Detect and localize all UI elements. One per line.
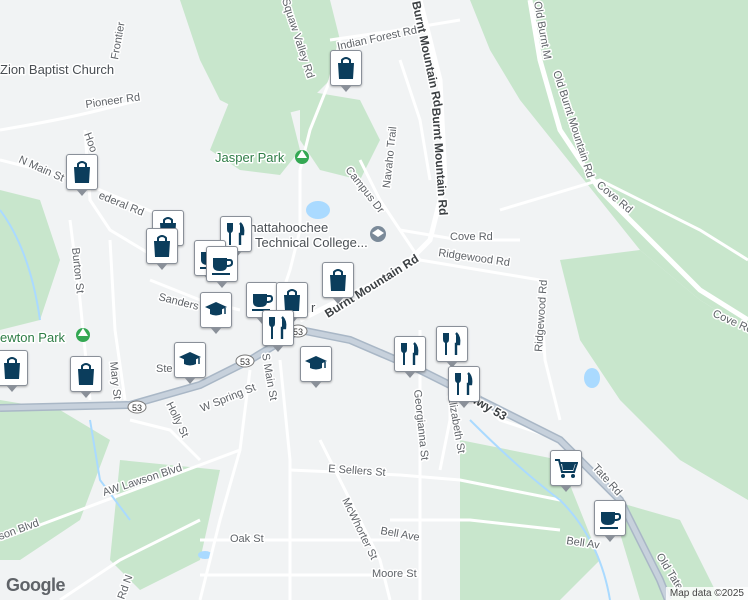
map-base: 53 53 53 Zion Baptist Church Jasper Park… — [0, 0, 748, 600]
shopping-bag-icon — [4, 357, 20, 379]
shopping-bag-icon — [78, 363, 94, 385]
shield-label: 53 — [240, 357, 250, 367]
college-label: Technical College... — [255, 235, 368, 250]
street-label: Oak St — [230, 533, 264, 545]
street-label: Indian Forest Rd — [336, 24, 418, 53]
street-label: McWhorter St — [339, 496, 379, 562]
shopping-pin[interactable] — [330, 50, 362, 92]
shopping-bag-icon — [338, 57, 354, 79]
restaurant-pin[interactable] — [394, 336, 426, 378]
shopping-pin[interactable] — [146, 228, 178, 270]
grocery-pin[interactable] — [550, 450, 582, 492]
fork-knife-icon — [401, 342, 419, 365]
shield-label: 53 — [293, 327, 303, 337]
school-pin[interactable] — [200, 292, 232, 334]
cafe-pin[interactable] — [594, 500, 626, 542]
fork-knife-icon — [443, 332, 461, 355]
shopping-cart-icon — [555, 459, 578, 478]
restaurant-pin[interactable] — [262, 310, 294, 352]
graduation-cap-icon — [305, 356, 327, 370]
street-label: Ridgewood Rd — [533, 279, 550, 352]
shopping-pin[interactable] — [66, 154, 98, 196]
map-canvas[interactable]: 53 53 53 Zion Baptist Church Jasper Park… — [0, 0, 748, 600]
street-label: E Sellers St — [328, 463, 386, 479]
street-label: S Main St — [259, 352, 279, 401]
restaurant-pin[interactable] — [436, 326, 468, 368]
street-label: Burnt Mountain Rd — [429, 107, 450, 216]
street-label: Hoo — [81, 131, 99, 154]
street-label: Burton St — [69, 247, 86, 294]
college-label: Chattahoochee — [240, 220, 328, 235]
restaurant-pin[interactable] — [448, 366, 480, 408]
street-label: ederal Rd — [97, 190, 146, 219]
school-pin[interactable] — [174, 342, 206, 384]
shopping-pin[interactable] — [0, 350, 28, 392]
street-label: Rd N — [116, 573, 136, 600]
route-shield: 53 — [127, 400, 147, 414]
school-icon — [370, 226, 386, 242]
street-label: Mary St — [107, 361, 123, 400]
park-label: Jasper Park — [215, 150, 285, 165]
park-icon — [76, 328, 90, 342]
fork-knife-icon — [455, 372, 473, 395]
google-logo: Google — [6, 575, 66, 595]
street-label: Navaho Trail — [381, 126, 399, 189]
street-label: W Spring St — [199, 382, 258, 415]
shield-label: 53 — [132, 403, 142, 413]
street-label: N Main St — [17, 154, 66, 185]
graduation-cap-icon — [205, 302, 227, 316]
street-label: Georgianna St — [411, 389, 430, 461]
shopping-pin[interactable] — [70, 356, 102, 398]
fork-knife-icon — [227, 222, 245, 245]
shopping-bag-icon — [330, 269, 346, 291]
park-icon — [295, 150, 309, 164]
street-label: Moore St — [372, 568, 417, 580]
church-label: Zion Baptist Church — [0, 62, 114, 77]
street-label: Burnt Mountain Rd — [409, 0, 445, 108]
graduation-cap-icon — [179, 352, 201, 366]
fork-knife-icon — [269, 316, 287, 339]
map-attribution[interactable]: Map data ©2025 — [665, 587, 748, 600]
shopping-pin[interactable] — [322, 262, 354, 304]
coffee-cup-icon — [600, 512, 622, 529]
street-label: Ste — [156, 363, 173, 375]
park-label: ewton Park — [0, 330, 66, 345]
coffee-cup-icon — [212, 258, 234, 275]
cafe-pin[interactable] — [206, 246, 238, 288]
town-label: r — [311, 300, 316, 315]
street-label: Holly St — [163, 400, 190, 439]
shopping-bag-icon — [154, 235, 170, 257]
street-label: Cove Rd — [450, 231, 493, 243]
route-shield: 53 — [235, 354, 255, 368]
street-label: Frontier — [109, 21, 127, 61]
school-pin[interactable] — [300, 346, 332, 388]
shopping-bag-icon — [74, 161, 90, 183]
